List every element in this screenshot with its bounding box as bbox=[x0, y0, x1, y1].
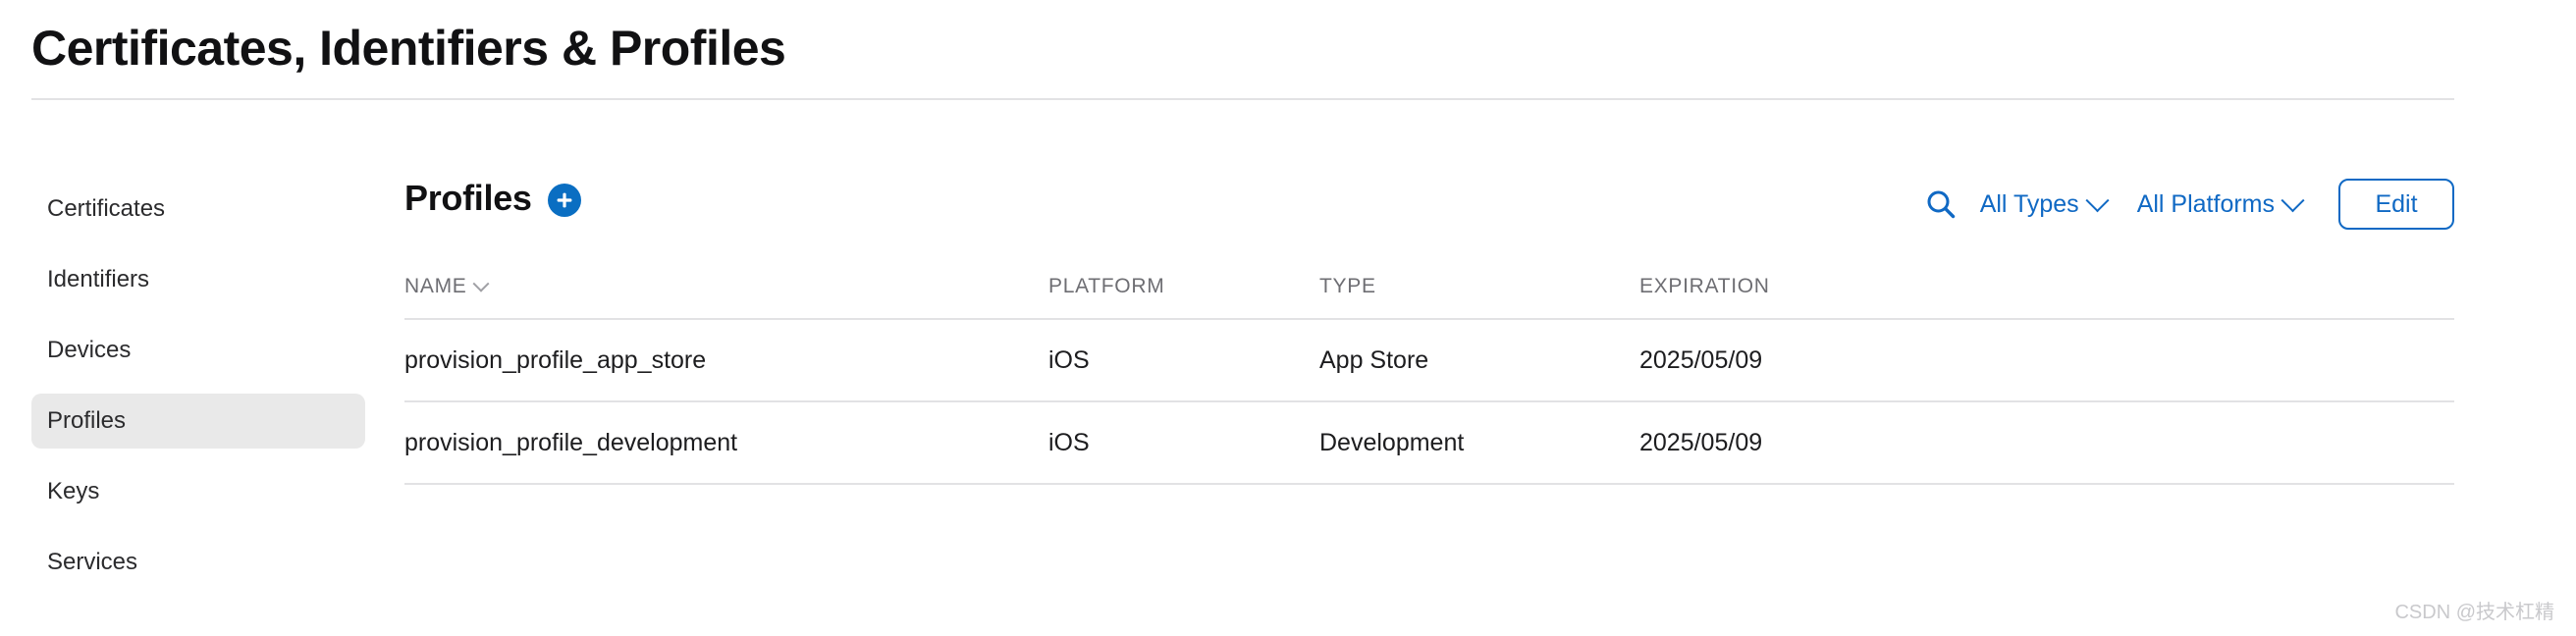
cell-name: provision_profile_app_store bbox=[404, 319, 1048, 402]
cell-type: App Store bbox=[1319, 319, 1639, 402]
sidebar-item-label: Devices bbox=[47, 337, 132, 363]
sidebar-item-identifiers[interactable]: Identifiers bbox=[31, 252, 365, 307]
content-toolbar: All Types All Platforms Edit bbox=[1917, 177, 2454, 232]
sidebar-item-services[interactable]: Services bbox=[31, 535, 365, 590]
add-profile-button[interactable] bbox=[547, 184, 581, 217]
column-header-expiration[interactable]: EXPIRATION bbox=[1639, 275, 2454, 320]
sort-chevron-down-icon bbox=[472, 275, 490, 292]
profiles-table: NAME PLATFORM TYPE EXPIRATION provision_… bbox=[404, 275, 2454, 485]
table-row[interactable]: provision_profile_development iOS Develo… bbox=[404, 401, 2454, 485]
cell-name: provision_profile_development bbox=[404, 401, 1048, 485]
cell-platform: iOS bbox=[1048, 401, 1319, 485]
sidebar-item-devices[interactable]: Devices bbox=[31, 323, 365, 378]
column-header-label: EXPIRATION bbox=[1639, 275, 1770, 297]
platform-filter-label: All Platforms bbox=[2136, 189, 2275, 218]
profiles-heading: Profiles bbox=[404, 177, 581, 220]
plus-icon bbox=[557, 192, 572, 208]
section-title: Profiles bbox=[404, 178, 532, 218]
cell-expiration: 2025/05/09 bbox=[1639, 401, 2454, 485]
column-header-label: NAME bbox=[404, 275, 467, 297]
cell-expiration: 2025/05/09 bbox=[1639, 319, 2454, 402]
column-header-platform[interactable]: PLATFORM bbox=[1048, 275, 1319, 320]
sidebar-item-label: Certificates bbox=[47, 195, 166, 222]
sidebar-item-certificates[interactable]: Certificates bbox=[31, 182, 365, 237]
type-filter-label: All Types bbox=[1979, 189, 2079, 218]
column-header-type[interactable]: TYPE bbox=[1319, 275, 1639, 320]
column-header-name[interactable]: NAME bbox=[404, 275, 1048, 320]
sidebar-item-label: Services bbox=[47, 549, 138, 575]
table-header: NAME PLATFORM TYPE EXPIRATION bbox=[404, 275, 2454, 320]
watermark: CSDN @技术杠精 bbox=[2394, 602, 2554, 623]
cell-type: Development bbox=[1319, 401, 1639, 485]
sidebar-item-keys[interactable]: Keys bbox=[31, 464, 365, 519]
chevron-down-icon bbox=[2085, 187, 2110, 212]
type-filter-dropdown[interactable]: All Types bbox=[1964, 187, 2121, 219]
search-icon bbox=[1927, 190, 1955, 219]
edit-button[interactable]: Edit bbox=[2338, 179, 2454, 230]
table-row[interactable]: provision_profile_app_store iOS App Stor… bbox=[404, 319, 2454, 402]
sidebar-item-label: Keys bbox=[47, 478, 100, 504]
sidebar: Certificates Identifiers Devices Profile… bbox=[0, 182, 393, 606]
sidebar-item-label: Identifiers bbox=[47, 266, 150, 292]
column-header-label: TYPE bbox=[1319, 275, 1376, 297]
platform-filter-dropdown[interactable]: All Platforms bbox=[2121, 187, 2317, 219]
column-header-label: PLATFORM bbox=[1048, 275, 1165, 297]
sidebar-item-profiles[interactable]: Profiles bbox=[31, 394, 365, 449]
content-header: Profiles All Types All Platforms Edit bbox=[404, 177, 2454, 232]
sidebar-item-label: Profiles bbox=[47, 407, 127, 434]
table-body: provision_profile_app_store iOS App Stor… bbox=[404, 319, 2454, 485]
chevron-down-icon bbox=[2281, 187, 2305, 212]
main-content: Profiles All Types All Platforms Edit NA… bbox=[404, 0, 2576, 636]
search-button[interactable] bbox=[1917, 181, 1964, 228]
cell-platform: iOS bbox=[1048, 319, 1319, 402]
table-header-row: NAME PLATFORM TYPE EXPIRATION bbox=[404, 275, 2454, 320]
